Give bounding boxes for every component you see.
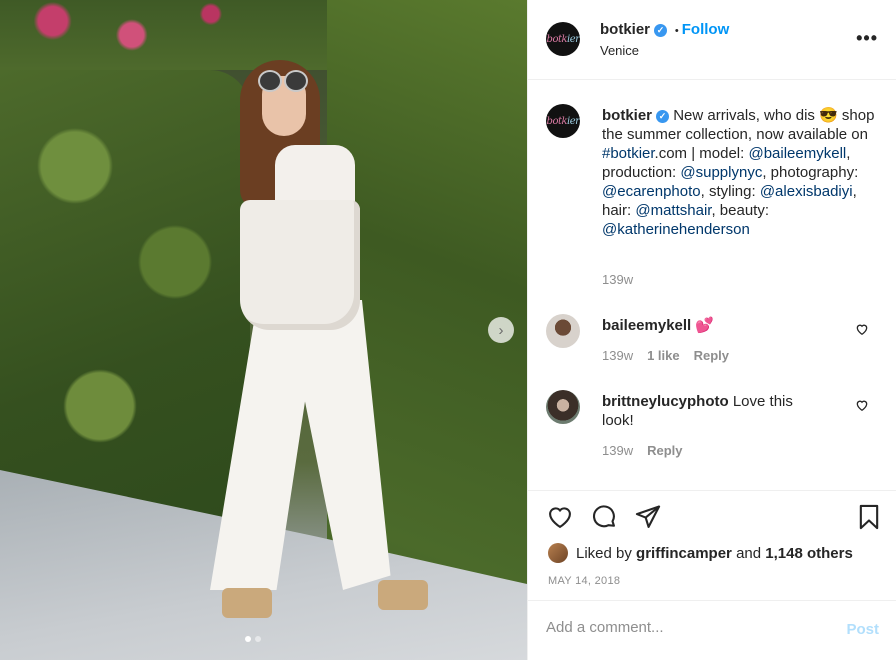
- shoe-left: [222, 588, 272, 618]
- carousel-next-button[interactable]: ›: [488, 317, 514, 343]
- mention-link[interactable]: @baileemykell: [748, 145, 846, 162]
- post-details-panel: botkier botkier ✓ • Follow Venice ••• botk…: [527, 0, 896, 660]
- header-user-line: botkier ✓ • Follow: [600, 21, 729, 38]
- comment-meta: 139w 1 like Reply: [602, 348, 729, 363]
- liked-prefix: Liked by: [576, 544, 632, 562]
- post-date[interactable]: MAY 14, 2018: [548, 575, 620, 587]
- post-location[interactable]: Venice: [600, 43, 639, 58]
- mention-link[interactable]: @katherinehenderson: [602, 221, 750, 238]
- more-icon[interactable]: •••: [856, 28, 878, 49]
- comment-text: 💕: [695, 317, 715, 334]
- caption-text: , styling:: [700, 183, 760, 200]
- share-icon[interactable]: [634, 503, 662, 531]
- post-caption: botkier ✓ New arrivals, who dis 😎 shop th…: [602, 106, 877, 239]
- brand-logo: botkier: [546, 33, 580, 45]
- caption-text: , photography:: [762, 164, 859, 181]
- caption-avatar[interactable]: botkier: [546, 104, 580, 138]
- post-actions: Liked by griffincamper and 1,148 others …: [528, 490, 896, 600]
- comment-like-icon[interactable]: [855, 322, 869, 339]
- comment-meta: 139w Reply: [602, 443, 682, 458]
- comment-username[interactable]: brittneylucyphoto: [602, 393, 729, 410]
- caption-time[interactable]: 139w: [602, 272, 633, 287]
- comment-reply-button[interactable]: Reply: [647, 443, 682, 458]
- bookmark-icon[interactable]: [855, 503, 883, 531]
- mention-link[interactable]: @alexisbadiyi: [760, 183, 853, 200]
- heart-icon[interactable]: [546, 503, 574, 531]
- post-photo[interactable]: ›: [0, 0, 527, 660]
- chevron-right-icon: ›: [498, 321, 504, 339]
- verified-icon: ✓: [656, 109, 670, 123]
- verified-icon: ✓: [654, 23, 668, 37]
- comments-list[interactable]: botkier botkier ✓ New arrivals, who dis 😎…: [528, 80, 896, 490]
- comment-reply-button[interactable]: Reply: [694, 348, 729, 363]
- comment-time[interactable]: 139w: [602, 443, 633, 458]
- author-username[interactable]: botkier: [600, 21, 650, 38]
- caption-text: .com | model:: [654, 145, 749, 162]
- post-header: botkier botkier ✓ • Follow Venice •••: [528, 0, 896, 80]
- hashtag-link[interactable]: #botkier: [602, 145, 655, 162]
- post-comment-button[interactable]: Post: [846, 621, 879, 638]
- add-comment-bar: Post: [528, 600, 896, 660]
- carousel-dot: [245, 636, 251, 642]
- comment-avatar[interactable]: [546, 390, 580, 424]
- comment-avatar[interactable]: [546, 314, 580, 348]
- sunglasses: [258, 70, 308, 92]
- follow-button[interactable]: Follow: [682, 21, 730, 38]
- mention-link[interactable]: @supplynyc: [680, 164, 762, 181]
- carousel-dot: [255, 636, 261, 642]
- caption-username[interactable]: botkier: [602, 107, 652, 124]
- carousel-dots: [245, 636, 261, 642]
- liked-and: and: [736, 544, 762, 562]
- comment-time[interactable]: 139w: [602, 348, 633, 363]
- likes-summary: Liked by griffincamper and 1,148 others: [548, 543, 853, 563]
- comment-input[interactable]: [546, 619, 826, 636]
- comment-like-icon[interactable]: [855, 398, 869, 415]
- tote-bag: [240, 200, 360, 330]
- caption-text: , beauty:: [711, 202, 769, 219]
- mention-link[interactable]: @mattshair: [635, 202, 711, 219]
- model-figure: [200, 40, 428, 650]
- comment-likes[interactable]: 1 like: [647, 348, 680, 363]
- comment-item: brittneylucyphoto Love this look!: [602, 392, 822, 430]
- likes-count[interactable]: 1,148 others: [765, 545, 853, 562]
- author-avatar[interactable]: botkier: [546, 22, 580, 56]
- mention-link[interactable]: @ecarenphoto: [602, 183, 701, 200]
- brand-logo: botkier: [546, 115, 580, 127]
- liker-username[interactable]: griffincamper: [636, 545, 732, 562]
- comment-icon[interactable]: [590, 503, 618, 531]
- pants: [210, 300, 391, 590]
- comment-item: baileemykell 💕: [602, 316, 714, 334]
- liker-avatar[interactable]: [548, 543, 568, 563]
- comment-username[interactable]: baileemykell: [602, 317, 691, 334]
- shoe-right: [378, 580, 428, 610]
- header-separator: •: [674, 25, 679, 37]
